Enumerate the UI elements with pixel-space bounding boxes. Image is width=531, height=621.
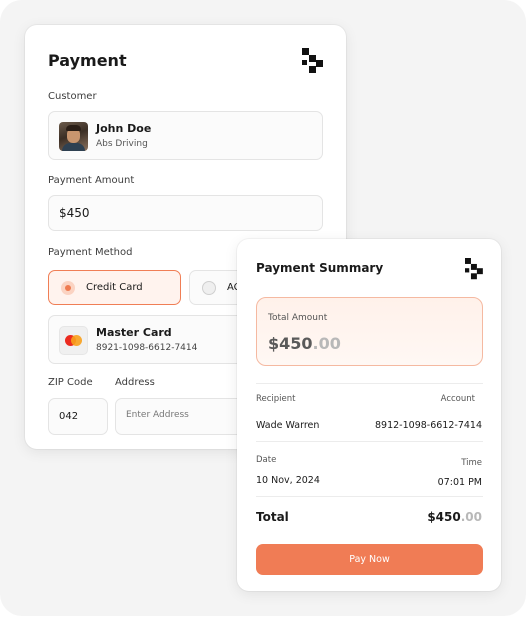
recipient-value: Wade Warren [256, 420, 320, 431]
total-amount-decimal: .00 [312, 334, 341, 353]
grand-total-label: Total [256, 510, 289, 524]
avatar [59, 122, 88, 151]
time-value: 07:01 PM [437, 477, 482, 488]
method-credit-card-option[interactable]: Credit Card [48, 270, 181, 305]
radio-unselected-icon [202, 281, 216, 295]
zip-label: ZIP Code [48, 377, 93, 388]
account-label: Account [440, 394, 475, 404]
amount-label: Payment Amount [48, 175, 135, 186]
pay-now-button[interactable]: Pay Now [256, 544, 483, 575]
card-number: 8921-1098-6612-7414 [96, 343, 198, 353]
zip-field[interactable]: 042 [48, 398, 108, 435]
page-title: Payment [48, 51, 127, 70]
customer-label: Customer [48, 91, 97, 102]
account-value: 8912-1098-6612-7414 [375, 420, 482, 431]
divider [256, 496, 483, 497]
amount-value: $450 [59, 206, 90, 220]
summary-title: Payment Summary [256, 261, 384, 275]
customer-selector[interactable]: John Doe Abs Driving [48, 111, 323, 160]
divider [256, 383, 483, 384]
date-value: 10 Nov, 2024 [256, 475, 320, 486]
radio-selected-icon [61, 281, 75, 295]
divider [256, 441, 483, 442]
date-label: Date [256, 455, 277, 465]
method-option-label: Credit Card [86, 282, 143, 293]
customer-name: John Doe [96, 122, 152, 135]
total-amount-value: $450.00 [268, 334, 341, 353]
address-label: Address [115, 377, 155, 388]
card-name: Master Card [96, 326, 172, 339]
brand-logo-icon [302, 48, 323, 74]
grand-total-decimal: .00 [460, 510, 482, 524]
mastercard-icon [59, 326, 88, 355]
grand-total-whole: $450 [427, 510, 461, 524]
total-amount-label: Total Amount [268, 313, 328, 323]
method-label: Payment Method [48, 247, 133, 258]
time-label: Time [461, 458, 482, 468]
amount-field[interactable]: $450 [48, 195, 323, 231]
payment-summary-card: Payment Summary Total Amount $450.00 Rec… [237, 239, 501, 591]
total-amount-whole: $450 [268, 334, 313, 353]
grand-total-value: $450.00 [427, 510, 482, 524]
customer-company: Abs Driving [96, 139, 148, 149]
recipient-label: Recipient [256, 394, 296, 404]
zip-value: 042 [59, 411, 79, 422]
brand-logo-icon [465, 258, 483, 280]
total-amount-box: Total Amount $450.00 [256, 297, 483, 366]
